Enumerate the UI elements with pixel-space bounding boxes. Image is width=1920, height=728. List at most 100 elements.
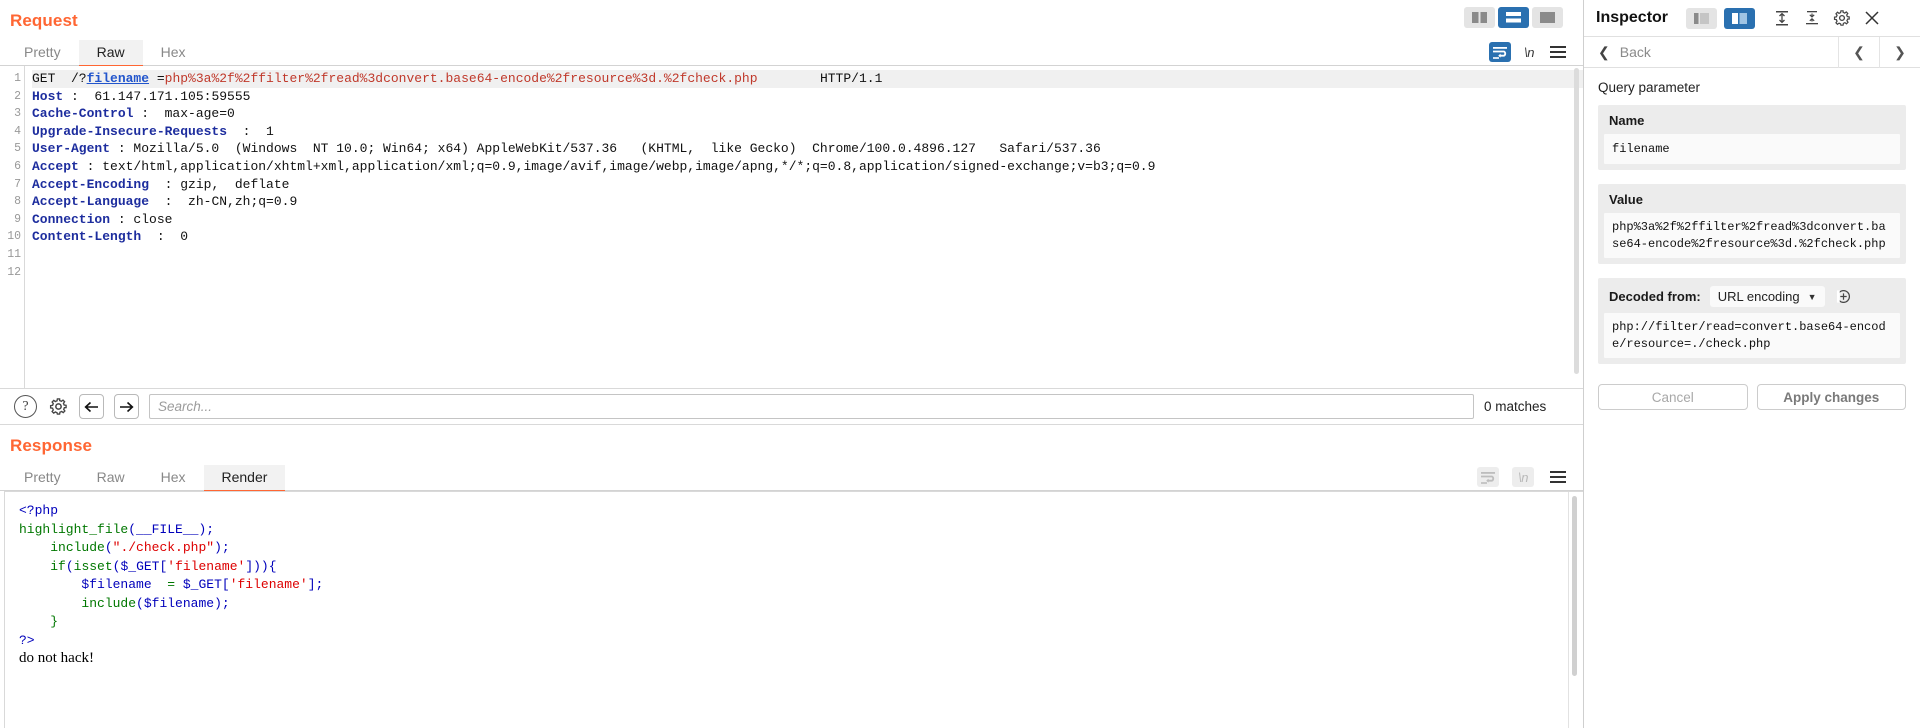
value-card-header: Value [1609, 192, 1643, 207]
search-input[interactable] [149, 394, 1474, 419]
request-section: Request Pretty Raw Hex \n 1 2 3 4 5 6 7 … [0, 0, 1583, 425]
decoding-select-value: URL encoding [1717, 289, 1800, 304]
request-scrollbar[interactable] [1571, 68, 1581, 374]
response-word-wrap-button[interactable] [1477, 467, 1499, 487]
inspector-prev-button[interactable]: ❮ [1838, 36, 1879, 68]
render-frame: <?php highlight_file(__FILE__); include("… [4, 492, 1569, 728]
parameter-value-field[interactable]: php%3a%2f%2ffilter%2fread%3dconvert.base… [1604, 213, 1900, 258]
cancel-button[interactable]: Cancel [1598, 384, 1748, 410]
request-search-bar: ? 0 matches [0, 389, 1583, 425]
split-vertical-icon [1472, 12, 1487, 23]
decoded-value-field[interactable]: php://filter/read=convert.base64-encode/… [1604, 313, 1900, 358]
response-scrollbar[interactable] [1570, 496, 1579, 676]
decoded-header: Decoded from: URL encoding ▼ [1601, 281, 1903, 313]
response-title: Response [10, 436, 93, 455]
arrow-left-icon [84, 401, 98, 412]
request-line: Connection : close [32, 211, 173, 227]
response-menu-button[interactable] [1547, 467, 1569, 487]
hamburger-menu-icon [1550, 471, 1566, 483]
decoding-select[interactable]: URL encoding ▼ [1709, 286, 1825, 307]
search-next-button[interactable] [114, 394, 139, 419]
inspector-back-label: Back [1619, 44, 1651, 60]
decoded-from-label: Decoded from: [1609, 289, 1701, 304]
arrow-right-icon [120, 401, 134, 412]
help-icon[interactable]: ? [14, 395, 37, 418]
copy-button[interactable] [1834, 289, 1854, 304]
inspector-back-button[interactable]: ❮ Back [1584, 44, 1838, 61]
inspector-settings-button[interactable] [1829, 6, 1855, 30]
inspector-header: Inspector [1584, 0, 1920, 37]
inspector-next-button[interactable]: ❯ [1879, 36, 1920, 68]
apply-changes-button[interactable]: Apply changes [1756, 384, 1906, 410]
split-horizontal-icon [1506, 12, 1521, 23]
decoded-card: Decoded from: URL encoding ▼ php://filte… [1598, 278, 1906, 364]
inspector-layout-a-button[interactable] [1686, 7, 1718, 29]
request-menu-button[interactable] [1547, 42, 1569, 62]
request-show-newlines-button[interactable]: \n [1524, 45, 1534, 60]
tab-response-pretty[interactable]: Pretty [6, 465, 79, 491]
inspector-panel: Inspector ❮ Back ❮ ❯ Query parameter Nam… [1583, 0, 1920, 728]
php-line: highlight_file(__FILE__); [19, 521, 215, 537]
inspector-title: Inspector [1596, 9, 1669, 26]
response-section: Response Pretty Raw Hex Render \n <?php … [0, 425, 1583, 728]
tab-response-raw[interactable]: Raw [79, 465, 143, 491]
request-word-wrap-button[interactable] [1489, 42, 1512, 62]
inspector-nav: ❮ Back ❮ ❯ [1584, 36, 1920, 68]
chevron-left-icon: ❮ [1598, 43, 1610, 60]
php-line: } [19, 614, 59, 629]
request-line-numbers: 1 2 3 4 5 6 7 8 9 10 11 12 [0, 66, 25, 388]
request-raw-text[interactable]: GET /?filename =php%3a%2f%2ffilter%2frea… [25, 66, 1583, 388]
php-line: $filename = $_GET['filename']; [81, 577, 324, 592]
request-line: GET /?filename =php%3a%2f%2ffilter%2frea… [32, 70, 1583, 88]
expand-all-button[interactable] [1769, 6, 1795, 30]
name-card: Name filename [1598, 105, 1906, 170]
request-line: Accept-Encoding : gzip, deflate [32, 176, 290, 192]
line-number: 3 [14, 107, 21, 121]
layout-toggle-group [1464, 7, 1563, 28]
line-number: 5 [14, 142, 21, 156]
line-number: 11 [7, 247, 21, 261]
request-header: Request [0, 0, 1583, 36]
tab-raw[interactable]: Raw [78, 40, 143, 67]
gear-icon [1833, 10, 1850, 26]
tab-response-render[interactable]: Render [203, 465, 286, 492]
message-editor-pane: Request Pretty Raw Hex \n 1 2 3 4 5 6 7 … [0, 0, 1583, 728]
request-line: User-Agent : Mozilla/5.0 (Windows NT 10.… [32, 141, 1101, 157]
search-prev-button[interactable] [79, 394, 104, 419]
gear-glyph [49, 398, 67, 415]
php-line: include("./check.php"); [50, 540, 230, 555]
tab-hex[interactable]: Hex [143, 40, 204, 66]
close-icon [1865, 11, 1879, 25]
request-line [32, 264, 1583, 282]
response-editor-tools: \n [1477, 467, 1569, 487]
request-line: Content-Length : 0 [32, 229, 189, 245]
chevron-down-icon: ▼ [1807, 291, 1817, 302]
panel-right-icon [1732, 12, 1748, 24]
panel-left-icon [1694, 12, 1710, 24]
inspector-content: Query parameter Name filename Value php%… [1584, 68, 1920, 728]
line-number: 12 [7, 265, 21, 279]
request-line [32, 246, 1583, 264]
response-php-source: <?php highlight_file(__FILE__); include("… [19, 502, 1568, 650]
php-line: include($filename); [81, 595, 230, 611]
request-editor[interactable]: 1 2 3 4 5 6 7 8 9 10 11 12 GET /?filename =php%3a%2… [0, 66, 1583, 389]
response-show-newlines-button[interactable]: \n [1518, 470, 1528, 485]
request-title: Request [10, 11, 78, 30]
inspector-button-row: Cancel Apply changes [1598, 384, 1906, 410]
name-card-header: Name [1609, 113, 1645, 128]
line-number: 10 [7, 230, 21, 244]
layout-side-by-side-button[interactable] [1464, 7, 1495, 28]
inspector-close-button[interactable] [1859, 6, 1885, 30]
inspector-layout-b-button[interactable] [1724, 7, 1756, 29]
php-line: <?php [19, 503, 59, 518]
parameter-name-field[interactable]: filename [1604, 134, 1900, 164]
layout-single-pane-button[interactable] [1532, 7, 1563, 28]
collapse-all-button[interactable] [1799, 6, 1825, 30]
php-line: if(isset($_GET['filename'])){ [50, 558, 277, 574]
tab-response-hex[interactable]: Hex [143, 465, 204, 491]
gear-icon[interactable] [47, 396, 69, 418]
response-header: Response [0, 425, 1583, 461]
layout-stacked-button[interactable] [1498, 7, 1529, 28]
tab-pretty[interactable]: Pretty [6, 40, 79, 66]
word-wrap-icon [1481, 471, 1495, 484]
